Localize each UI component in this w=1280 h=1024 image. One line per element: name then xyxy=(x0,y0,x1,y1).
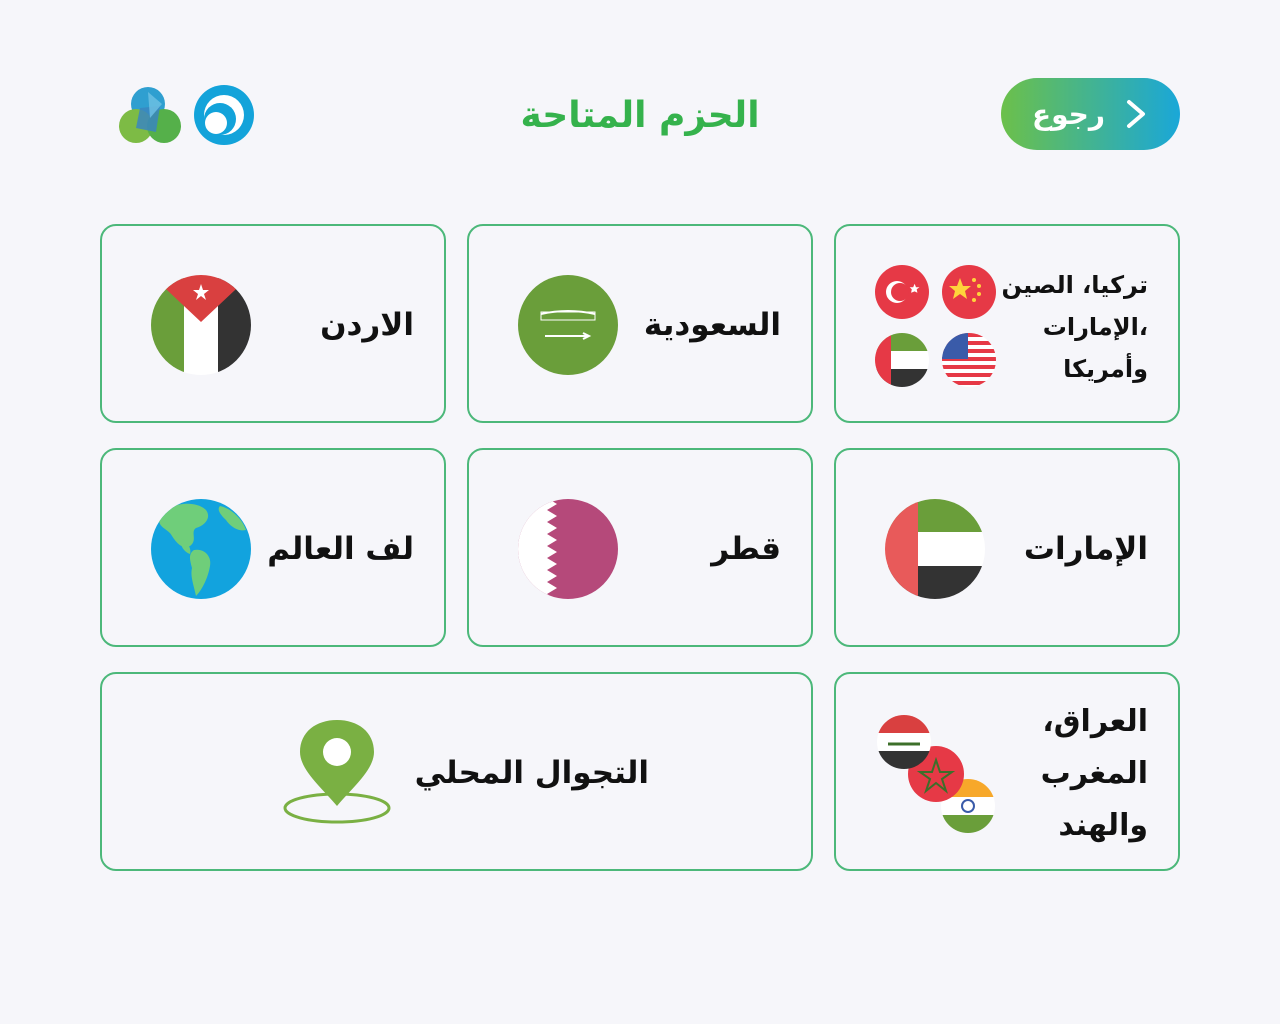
package-card-world[interactable]: لف العالم xyxy=(100,448,446,647)
back-button[interactable]: رجوع xyxy=(1001,78,1180,150)
globe-icon xyxy=(151,499,251,599)
chevron-right-icon xyxy=(1126,100,1145,128)
location-pin-icon xyxy=(283,720,391,824)
package-card-uae[interactable]: الإمارات xyxy=(834,448,1180,647)
package-card-jordan[interactable]: الاردن xyxy=(100,224,446,423)
uae-flag-icon xyxy=(885,499,985,599)
header-logos xyxy=(116,82,258,148)
usa-flag-icon xyxy=(942,333,996,387)
flags-cluster xyxy=(875,265,996,387)
package-label-line: ،الإمارات xyxy=(1042,313,1148,341)
package-card-saudi[interactable]: السعودية xyxy=(467,224,813,423)
package-label-line: العراق، xyxy=(1042,704,1148,739)
turkey-flag-icon xyxy=(875,265,929,319)
brand-logos-icon xyxy=(119,85,254,145)
china-flag-icon xyxy=(942,265,996,319)
package-label-line: وأمريكا xyxy=(1063,355,1148,383)
iraq-flag-icon xyxy=(877,715,931,769)
package-label: تركيا، الصين ،الإمارات وأمريكا xyxy=(998,264,1148,390)
package-label-line: تركيا، الصين xyxy=(1001,271,1148,299)
brand-logo-flower-icon xyxy=(119,87,181,143)
jordan-flag-icon xyxy=(151,275,251,375)
qatar-flag-icon xyxy=(518,499,618,599)
package-label-line: والهند xyxy=(1058,808,1148,843)
package-card-iraq-morocco-india[interactable]: العراق، المغرب والهند xyxy=(834,672,1180,871)
package-card-qatar[interactable]: قطر xyxy=(467,448,813,647)
saudi-flag-icon xyxy=(518,275,618,375)
brand-logo-ring-icon xyxy=(194,85,254,145)
package-label: العراق، المغرب والهند xyxy=(988,696,1148,852)
package-label-line: المغرب xyxy=(1040,756,1148,791)
page-title: الحزم المتاحة xyxy=(520,95,760,136)
uae-flag-icon xyxy=(875,333,929,387)
back-button-label: رجوع xyxy=(1032,97,1105,131)
package-card-multi-east-west[interactable]: تركيا، الصين ،الإمارات وأمريكا xyxy=(834,224,1180,423)
flags-cluster xyxy=(877,715,995,833)
package-label: التجوال المحلي xyxy=(414,755,649,791)
package-card-local-roaming[interactable]: التجوال المحلي xyxy=(100,672,813,871)
